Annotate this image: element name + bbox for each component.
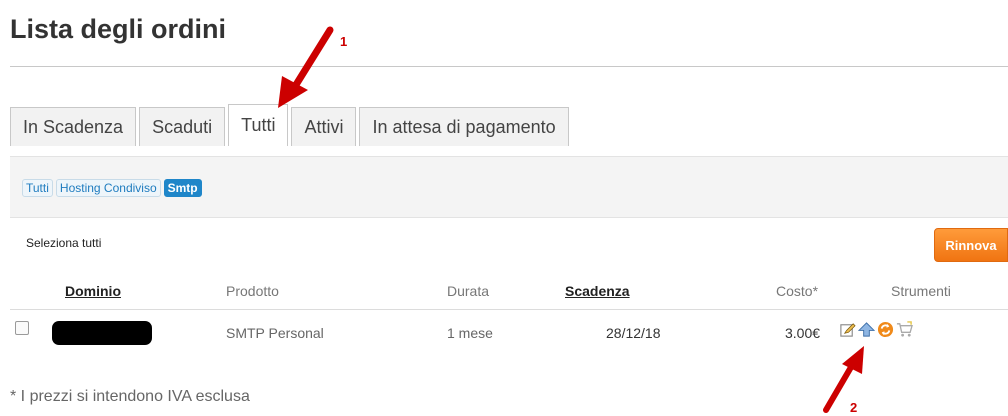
cart-icon[interactable] — [896, 321, 913, 338]
page-title: Lista degli ordini — [10, 14, 227, 44]
annotation-arrow-2 — [823, 346, 864, 413]
column-header-cost: Costo* — [776, 283, 819, 299]
tab-in-attesa-di-pagamento[interactable]: In attesa di pagamento — [359, 107, 569, 146]
filter-chips: Tutti Hosting Condiviso Smtp — [22, 179, 202, 197]
column-header-expiry[interactable]: Scadenza — [565, 283, 630, 299]
duration-cell: 1 mese — [447, 325, 493, 341]
tab-tutti[interactable]: Tutti — [228, 104, 289, 146]
edit-icon[interactable] — [839, 321, 856, 338]
filter-chip-hosting-condiviso[interactable]: Hosting Condiviso — [55, 179, 161, 197]
expiry-cell: 28/12/18 — [606, 325, 661, 341]
product-cell: SMTP Personal — [226, 325, 324, 341]
cost-cell: 3.00€ — [785, 325, 821, 341]
vat-footnote: * I prezzi si intendono IVA esclusa — [10, 388, 250, 405]
row-tools — [839, 321, 913, 338]
row-checkbox[interactable] — [15, 321, 29, 335]
filter-chip-smtp[interactable]: Smtp — [163, 179, 202, 197]
annotation-marker-1: 1 — [340, 34, 348, 49]
filter-panel: Tutti Hosting Condiviso Smtp — [10, 156, 1008, 218]
upgrade-icon[interactable] — [858, 321, 875, 338]
annotation-arrow-1 — [278, 26, 334, 108]
tab-scaduti[interactable]: Scaduti — [139, 107, 226, 146]
table-header-divider — [10, 309, 1008, 310]
column-header-tools: Strumenti — [891, 283, 951, 299]
order-tabs: In Scadenza Scaduti Tutti Attivi In atte… — [10, 104, 572, 146]
redacted-domain — [52, 321, 152, 345]
title-divider — [10, 66, 1008, 67]
select-all-link[interactable]: Seleziona tutti — [26, 236, 101, 250]
renew-button[interactable]: Rinnova — [934, 228, 1008, 262]
tab-in-scadenza[interactable]: In Scadenza — [10, 107, 137, 146]
filter-chip-tutti[interactable]: Tutti — [22, 179, 53, 197]
tab-attivi[interactable]: Attivi — [291, 107, 357, 146]
column-header-domain[interactable]: Dominio — [65, 283, 121, 299]
renew-icon[interactable] — [877, 321, 894, 338]
column-header-product: Prodotto — [226, 283, 279, 299]
column-header-duration: Durata — [447, 283, 490, 299]
annotation-marker-2: 2 — [850, 400, 858, 415]
